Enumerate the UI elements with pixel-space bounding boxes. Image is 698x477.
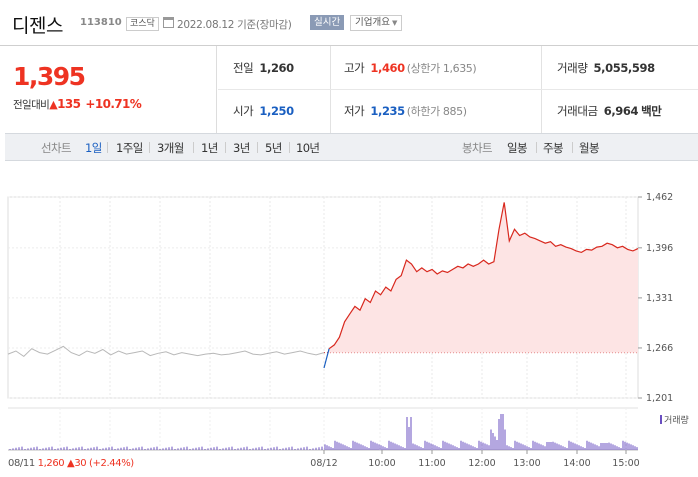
volume-label: 거래량 (557, 61, 588, 75)
tab-monthly-candle[interactable]: 월봉 (579, 140, 600, 156)
prev-day-pct: (+2.44%) (89, 458, 134, 469)
turnover-cell: 거래대금 6,964 백만 (557, 103, 662, 119)
prev-close-value: 1,260 (259, 61, 294, 75)
base-date: 2022.08.12 기준(장마감) (177, 19, 292, 31)
y-tick-label: 1,201 (646, 393, 673, 404)
high-label: 고가 (344, 61, 365, 75)
lower-limit: (하한가 885) (406, 105, 467, 118)
current-price: 1,395 (13, 62, 86, 91)
low-cell: 저가 1,235 (하한가 885) (344, 103, 467, 119)
x-tick-label: 08/12 (310, 458, 337, 469)
y-tick-label: 1,462 (646, 192, 673, 203)
prev-day-price: 1,260 (37, 458, 65, 469)
tab-5-years[interactable]: 5년 (265, 140, 282, 156)
divider (193, 142, 194, 153)
prev-close-cell: 전일 1,260 (233, 60, 294, 76)
price-chart[interactable]: 1,462 1,396 1,331 1,266 1,201 08/12 10:00 11:00… (0, 170, 698, 477)
divider (149, 142, 150, 153)
price-summary: 1,395 전일대비▲135 +10.71% (0, 46, 217, 133)
tab-3-months[interactable]: 3개월 (157, 140, 184, 156)
y-tick-label: 1,331 (646, 293, 673, 304)
company-overview-button[interactable]: 기업개요 ▼ (350, 15, 403, 31)
x-tick-label: 11:00 (418, 458, 445, 469)
x-tick-label: 14:00 (563, 458, 590, 469)
divider (107, 142, 108, 153)
chevron-down-icon: ▼ (391, 19, 398, 27)
line-chart-label: 선차트 (41, 141, 72, 155)
volume-legend: 거래량 (660, 413, 689, 426)
candle-chart-label: 봉차트 (462, 141, 493, 155)
divider (536, 142, 537, 153)
tab-1-day[interactable]: 1일 (85, 140, 102, 156)
volume-legend-label: 거래량 (664, 416, 689, 426)
stock-code: 113810 (80, 17, 122, 28)
turnover-label: 거래대금 (557, 104, 598, 118)
tab-10-years[interactable]: 10년 (296, 140, 320, 156)
y-tick-label: 1,396 (646, 243, 673, 254)
price-up-area (329, 202, 638, 353)
stock-name: 디젠스 (12, 15, 63, 37)
price-chart-svg: 1,462 1,396 1,331 1,266 1,201 08/12 10:00 11:00… (7, 192, 673, 469)
tab-3-years[interactable]: 3년 (233, 140, 250, 156)
low-label: 저가 (344, 104, 365, 118)
stock-widget: 디젠스 113810 코스닥 2022.08.12 기준(장마감) 실시간 기업… (0, 0, 698, 477)
x-tick-label: 13:00 (513, 458, 540, 469)
divider (257, 142, 258, 153)
divider (289, 142, 290, 153)
turnover-unit: 백만 (641, 104, 662, 118)
chart-tabs: 선차트 1일 1주일 3개월 1년 3년 5년 10년 봉차트 일봉 주봉 월봉 (5, 133, 698, 161)
open-cell: 시가 1,250 (233, 103, 294, 119)
open-label: 시가 (233, 104, 254, 118)
stock-header: 디젠스 113810 코스닥 2022.08.12 기준(장마감) 실시간 기업… (0, 0, 698, 46)
prev-day-change: 30 (74, 458, 87, 469)
y-tick-label: 1,266 (646, 343, 673, 354)
divider (572, 142, 573, 153)
volume-cell: 거래량 5,055,598 (557, 60, 655, 76)
price-change: 전일대비▲135 +10.71% (13, 97, 142, 112)
x-tick-label: 15:00 (612, 458, 639, 469)
tab-daily-candle[interactable]: 일봉 (507, 140, 528, 156)
divider (218, 89, 698, 90)
upper-limit: (상한가 1,635) (406, 62, 477, 75)
change-percent: +10.71% (85, 97, 142, 111)
prev-close-label: 전일 (233, 61, 254, 75)
change-amount: 135 (57, 97, 81, 111)
open-value: 1,250 (259, 104, 294, 118)
high-cell: 고가 1,460 (상한가 1,635) (344, 60, 477, 76)
x-tick-label: 10:00 (368, 458, 395, 469)
company-overview-label: 기업개요 (355, 17, 390, 28)
price-line-below-ref (323, 348, 330, 369)
market-badge: 코스닥 (126, 17, 159, 31)
low-value: 1,235 (370, 104, 405, 118)
tab-weekly-candle[interactable]: 주봉 (543, 140, 564, 156)
change-label: 전일대비 (13, 99, 50, 111)
prev-day-date: 08/11 (8, 458, 35, 469)
prev-day-summary: 08/11 1,260 ▲30 (+2.44%) (8, 458, 134, 469)
tab-1-week[interactable]: 1주일 (116, 140, 143, 156)
volume-value: 5,055,598 (593, 61, 656, 75)
price-info-table: 전일 1,260 고가 1,460 (상한가 1,635) 거래량 5,055,598 … (218, 46, 698, 133)
divider (225, 142, 226, 153)
volume-swatch (660, 415, 662, 424)
high-value: 1,460 (370, 61, 405, 75)
turnover-value: 6,964 (603, 104, 639, 118)
up-arrow-icon: ▲ (49, 98, 58, 111)
tab-1-year[interactable]: 1년 (201, 140, 218, 156)
x-tick-label: 12:00 (468, 458, 495, 469)
calendar-icon (163, 17, 174, 28)
realtime-button[interactable]: 실시간 (310, 15, 345, 30)
